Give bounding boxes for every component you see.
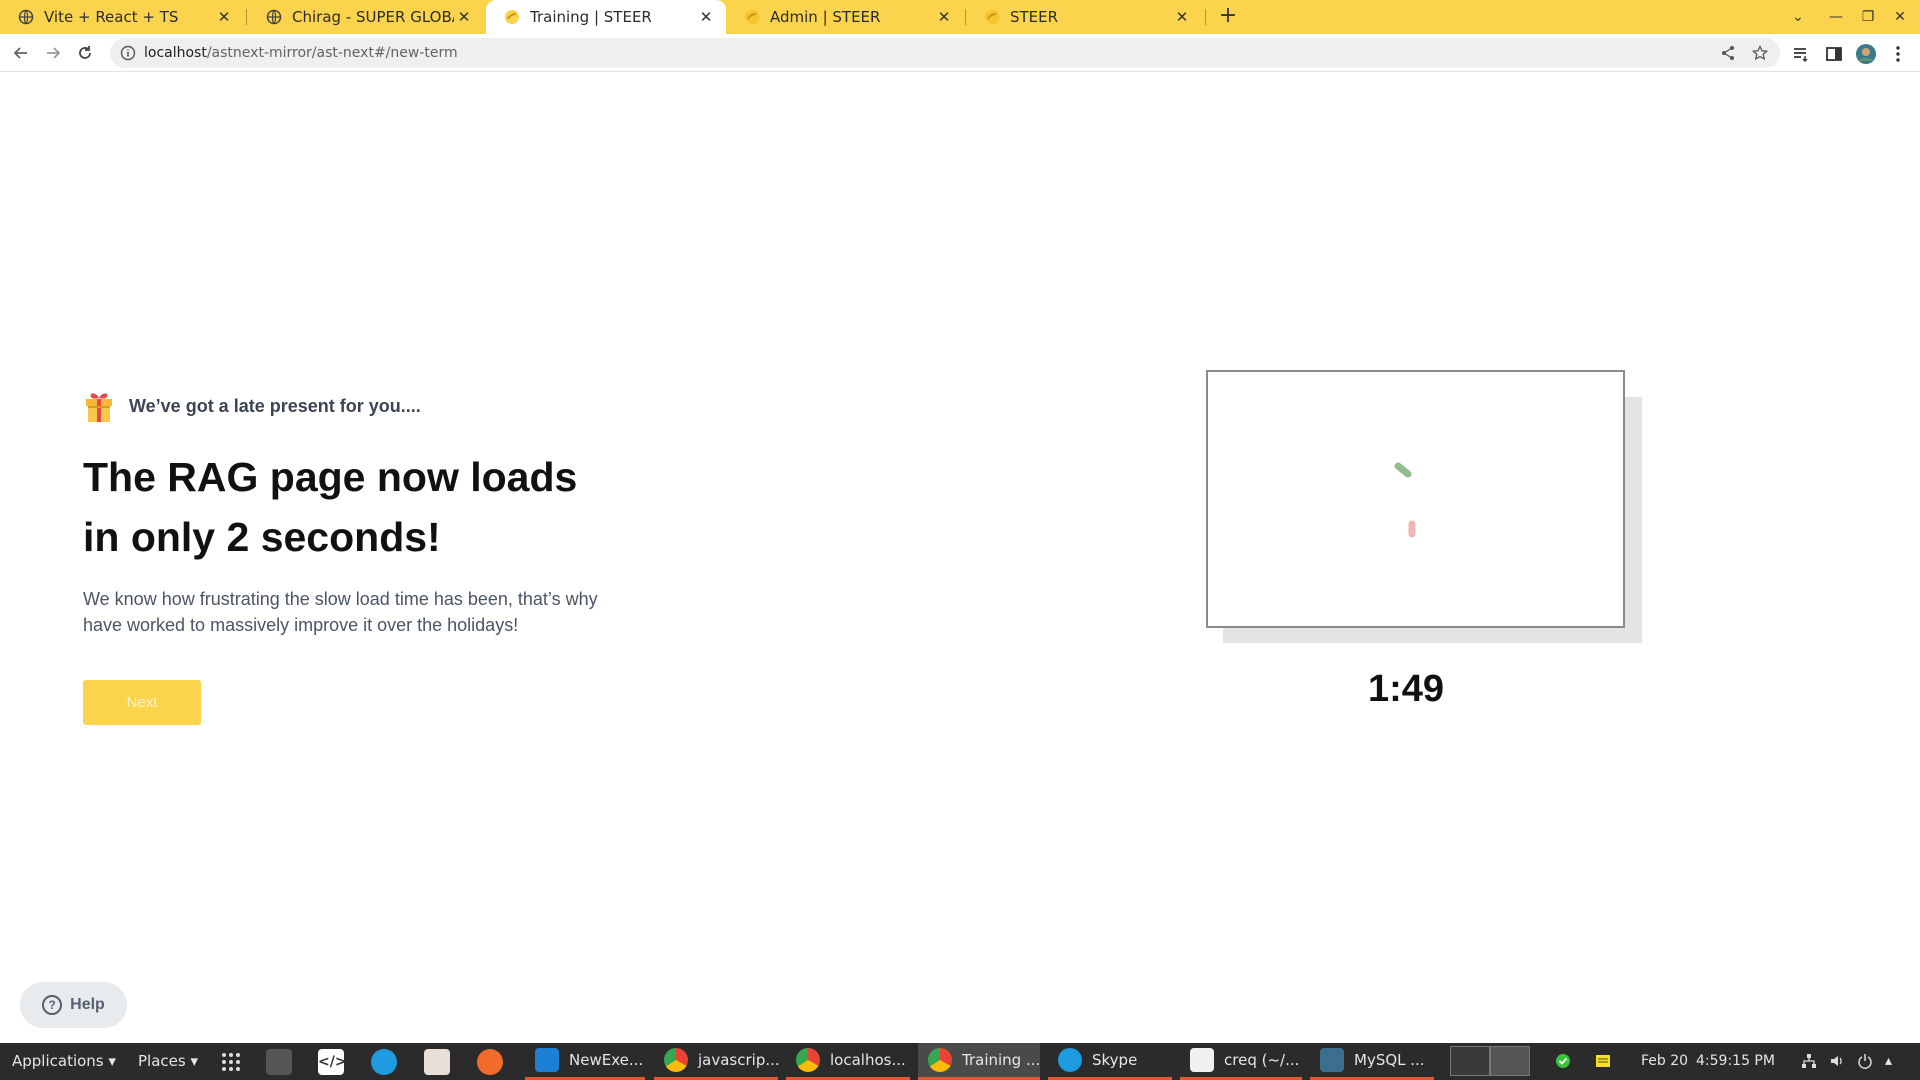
reload-icon[interactable]: [71, 39, 99, 67]
question-icon: ?: [42, 995, 63, 1015]
tab-steer[interactable]: STEER ✕: [966, 0, 1202, 34]
app-grid-icon[interactable]: [218, 1049, 244, 1075]
chrome-icon: [928, 1048, 952, 1072]
reading-list-icon[interactable]: [1790, 43, 1812, 65]
tab-title: Chirag - SUPER GLOBAL A: [292, 8, 454, 26]
announcement-eyebrow: We’ve got a late present for you....: [129, 396, 421, 416]
chrome-icon: [664, 1048, 688, 1072]
steer-logo-icon: [505, 10, 519, 24]
browser-tab-strip: Vite + React + TS ✕ Chirag - SUPER GLOBA…: [0, 0, 1920, 34]
next-button[interactable]: Next: [83, 680, 201, 725]
forward-icon[interactable]: [39, 39, 67, 67]
power-icon[interactable]: [1857, 1043, 1873, 1080]
profile-avatar[interactable]: [1855, 43, 1877, 65]
task-mysql[interactable]: MySQL ...: [1310, 1043, 1434, 1080]
info-icon[interactable]: [120, 45, 136, 61]
tab-training-steer[interactable]: Training | STEER ✕: [486, 0, 726, 34]
share-icon[interactable]: [1718, 43, 1738, 63]
tab-search-icon[interactable]: ⌄: [1782, 0, 1814, 34]
close-tab-icon[interactable]: ✕: [454, 8, 474, 26]
globe-icon: [18, 9, 34, 25]
task-javascript[interactable]: javascrip...: [654, 1043, 780, 1080]
tray-expand-icon[interactable]: ▴: [1885, 1043, 1892, 1080]
tab-title: Vite + React + TS: [44, 8, 179, 26]
minimize-icon[interactable]: —: [1820, 0, 1852, 34]
task-creq[interactable]: creq (~/...: [1180, 1043, 1302, 1080]
help-label: Help: [70, 996, 105, 1013]
vscode-icon: [535, 1048, 559, 1072]
steer-logo-icon: [745, 10, 759, 24]
tab-admin-steer[interactable]: Admin | STEER ✕: [726, 0, 964, 34]
tab-divider: [246, 9, 247, 25]
close-window-icon[interactable]: ✕: [1884, 0, 1916, 34]
tab-title: Training | STEER: [530, 8, 652, 26]
back-icon[interactable]: [7, 39, 35, 67]
announcement-description: We know how frustrating the slow load ti…: [83, 589, 598, 635]
close-tab-icon[interactable]: ✕: [934, 8, 954, 26]
task-training[interactable]: Training ...: [918, 1043, 1040, 1080]
postman-icon[interactable]: [477, 1049, 503, 1075]
task-skype[interactable]: Skype: [1048, 1043, 1172, 1080]
loading-spinner-icon: [1394, 462, 1416, 538]
workspace-2[interactable]: [1490, 1046, 1530, 1076]
address-bar[interactable]: localhost/astnext-mirror/ast-next#/new-t…: [110, 38, 1780, 68]
bookmark-star-icon[interactable]: [1750, 43, 1770, 63]
tab-title: Admin | STEER: [770, 8, 881, 26]
restore-icon[interactable]: ❐: [1852, 0, 1884, 34]
tab-title: STEER: [1010, 8, 1059, 26]
skype-launcher-icon[interactable]: [371, 1049, 397, 1075]
help-button[interactable]: ? Help: [20, 982, 127, 1028]
places-menu[interactable]: Places ▾: [138, 1043, 198, 1080]
text-editor-icon: [1190, 1048, 1214, 1072]
skype-icon: [1058, 1048, 1082, 1072]
tab-chirag[interactable]: Chirag - SUPER GLOBAL A ✕: [248, 0, 484, 34]
close-tab-icon[interactable]: ✕: [214, 8, 234, 26]
announcement-headline: The RAG page now loads in only 2 seconds…: [83, 454, 578, 560]
terminal-icon[interactable]: [266, 1049, 292, 1075]
tab-vite[interactable]: Vite + React + TS ✕: [0, 0, 244, 34]
os-taskbar: Applications ▾ Places ▾ </> NewExe... ja…: [0, 1043, 1920, 1080]
task-localhost[interactable]: localhos...: [786, 1043, 910, 1080]
notes-icon[interactable]: [1595, 1043, 1611, 1080]
applications-menu[interactable]: Applications ▾: [12, 1043, 116, 1080]
workspace-1[interactable]: [1450, 1046, 1490, 1076]
chrome-menu-icon[interactable]: [1887, 43, 1909, 65]
mysql-workbench-icon: [1320, 1048, 1344, 1072]
close-tab-icon[interactable]: ✕: [1172, 8, 1192, 26]
chrome-icon: [796, 1048, 820, 1072]
browser-toolbar: localhost/astnext-mirror/ast-next#/new-t…: [0, 34, 1920, 72]
clock-time[interactable]: 4:59:15 PM: [1696, 1043, 1775, 1080]
close-tab-icon[interactable]: ✕: [696, 8, 716, 26]
volume-icon[interactable]: [1829, 1043, 1845, 1080]
url-text: localhost/astnext-mirror/ast-next#/new-t…: [144, 45, 458, 61]
update-icon[interactable]: [1555, 1043, 1571, 1080]
new-tab-button[interactable]: +: [1214, 2, 1242, 30]
gift-icon: [83, 390, 115, 424]
side-panel-icon[interactable]: [1823, 43, 1845, 65]
globe-icon: [266, 9, 282, 25]
countdown-timer: 1:49: [1367, 668, 1445, 710]
steer-logo-icon: [985, 10, 999, 24]
text-editor-icon[interactable]: [424, 1049, 450, 1075]
network-icon[interactable]: [1801, 1043, 1817, 1080]
tab-divider: [1205, 9, 1206, 25]
code-editor-icon[interactable]: </>: [318, 1049, 347, 1075]
video-player[interactable]: [1206, 370, 1625, 628]
task-newexe[interactable]: NewExe...: [525, 1043, 645, 1080]
clock-date[interactable]: Feb 20: [1641, 1043, 1688, 1080]
